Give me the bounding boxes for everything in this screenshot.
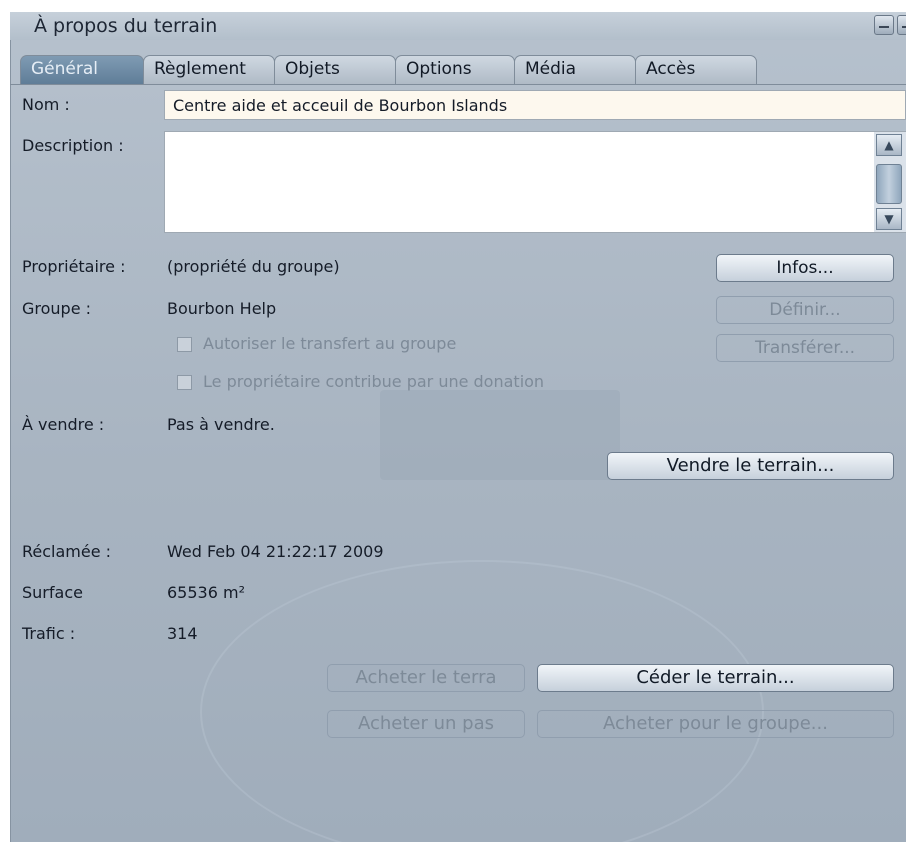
tab-general[interactable]: Général — [20, 55, 144, 85]
owner-label: Propriétaire : — [22, 257, 126, 276]
for-sale-label: À vendre : — [22, 415, 105, 434]
description-label: Description : — [22, 136, 124, 155]
description-scrollbar[interactable]: ▲ ▼ — [874, 132, 906, 232]
allow-deed-checkbox[interactable] — [177, 337, 192, 352]
traffic-value: 314 — [167, 624, 198, 643]
scroll-down-icon[interactable]: ▼ — [876, 208, 902, 230]
name-label: Nom : — [22, 95, 70, 114]
minimize-icon[interactable] — [874, 15, 894, 35]
area-value: 65536 m² — [167, 583, 245, 602]
tab-divider — [10, 84, 906, 85]
owner-value: (propriété du groupe) — [167, 257, 340, 276]
tab-objects[interactable]: Objets — [274, 55, 396, 85]
buy-pass-button[interactable]: Acheter un pas — [327, 710, 525, 738]
for-sale-value: Pas à vendre. — [167, 415, 275, 434]
owner-contribution-checkbox[interactable] — [177, 375, 192, 390]
scroll-up-icon[interactable]: ▲ — [876, 134, 902, 156]
tab-access[interactable]: Accès — [635, 55, 757, 85]
group-value: Bourbon Help — [167, 299, 277, 318]
window-title: À propos du terrain — [34, 15, 218, 37]
release-land-button[interactable]: Céder le terrain... — [537, 664, 894, 692]
close-icon[interactable] — [897, 15, 906, 35]
area-label: Surface — [22, 583, 83, 602]
tab-media[interactable]: Média — [514, 55, 636, 85]
name-input[interactable]: Centre aide et acceuil de Bourbon Island… — [164, 90, 906, 120]
info-button[interactable]: Infos... — [716, 254, 894, 282]
group-label: Groupe : — [22, 299, 92, 318]
scroll-thumb[interactable] — [876, 164, 902, 204]
set-group-button[interactable]: Définir... — [716, 296, 894, 324]
tab-options[interactable]: Options — [395, 55, 515, 85]
land-about-window: À propos du terrain Général Règlement Ob… — [0, 0, 906, 842]
description-textarea[interactable] — [164, 131, 906, 233]
owner-contribution-label: Le propriétaire contribue par une donati… — [203, 372, 545, 391]
claimed-label: Réclamée : — [22, 542, 112, 561]
traffic-label: Trafic : — [22, 624, 76, 643]
buy-land-button[interactable]: Acheter le terra — [327, 664, 525, 692]
tab-rules[interactable]: Règlement — [143, 55, 275, 85]
claimed-value: Wed Feb 04 21:22:17 2009 — [167, 542, 384, 561]
sell-land-button[interactable]: Vendre le terrain... — [607, 452, 894, 480]
background-watermark — [380, 390, 620, 480]
allow-deed-label: Autoriser le transfert au groupe — [203, 334, 457, 353]
buy-for-group-button[interactable]: Acheter pour le groupe... — [537, 710, 894, 738]
deed-button[interactable]: Transférer... — [716, 334, 894, 362]
